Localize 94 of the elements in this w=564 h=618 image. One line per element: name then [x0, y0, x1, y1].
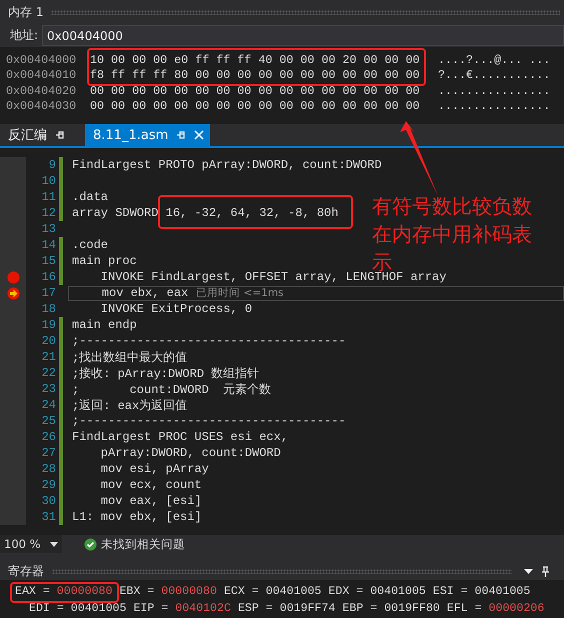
memory-ascii: ?...€...........	[437, 68, 550, 82]
editor-tab[interactable]: 8.11_1.asm	[85, 124, 210, 146]
line-number: 11	[40, 190, 57, 204]
code-line: ;-------------------------------------	[72, 414, 346, 428]
code-line: mov eax, [esi]	[100, 494, 202, 508]
memory-address: 0x00404030	[5, 99, 78, 114]
memory-bytes: 00 00 00 00 00 00 00 00 00 00 00 00 00 00 00 00	[90, 84, 421, 98]
line-number: 9	[48, 158, 57, 172]
code-line: ;-------------------------------------	[72, 334, 346, 348]
issues-status: 未找到相关问题	[101, 536, 185, 552]
register-name: EFL =	[446, 602, 482, 615]
register-value: 0040102C	[175, 602, 231, 615]
pin-icon[interactable]	[55, 130, 65, 140]
memory-bytes: 00 00 00 00 00 00 00 00 00 00 00 00 00 00 00 00	[90, 99, 421, 114]
line-number: 28	[40, 462, 57, 476]
line-number: 24	[40, 398, 57, 412]
line-number: 25	[40, 414, 57, 428]
code-line: pArray:DWORD, count:DWORD	[100, 446, 281, 460]
code-line: ;接收: pArray:DWORD 数组指针	[72, 366, 260, 382]
line-number: 15	[40, 254, 57, 268]
register-name: EDX =	[328, 585, 364, 598]
register-value: 00401005	[474, 585, 530, 598]
register-name: EIP =	[133, 602, 168, 615]
breakpoint-arrow-icon[interactable]	[6, 286, 20, 300]
register-name: ESI =	[432, 585, 468, 598]
code-line: ;找出数组中最大的值	[72, 350, 188, 366]
code-line: ; count:DWORD 元素个数	[72, 382, 272, 398]
memory-ascii: ................	[437, 84, 550, 98]
code-line: mov ebx, eax	[100, 286, 188, 300]
caret-icon	[50, 542, 58, 546]
code-line: INVOKE ExitProcess, 0	[100, 302, 252, 316]
line-number: 17	[40, 286, 57, 300]
register-name: ECX =	[224, 585, 259, 598]
register-value: 00401005	[70, 602, 126, 615]
zoom-dropdown[interactable]: 100 %	[0, 535, 62, 553]
register-value: 00401005	[370, 585, 426, 598]
elapsed-time-hint: 已用时间 <=1ms	[196, 286, 284, 300]
code-line: mov ecx, count	[100, 478, 202, 492]
line-number: 12	[40, 206, 57, 220]
line-number: 20	[40, 334, 57, 348]
register-value: 0019FF80	[384, 602, 440, 615]
memory-address: 0x00404010	[5, 68, 78, 82]
close-icon[interactable]	[194, 130, 204, 140]
register-name: EBP =	[342, 602, 378, 615]
line-number: 23	[40, 382, 57, 396]
panel-title: 寄存器	[8, 562, 44, 580]
pin-icon[interactable]	[541, 566, 550, 576]
register-value: 00000080	[161, 585, 217, 598]
code-line: .data	[72, 190, 108, 204]
register-value: 00401005	[266, 585, 322, 598]
memory-ascii: ................	[437, 99, 550, 114]
register-value: 0019FF74	[280, 602, 336, 615]
code-line: mov esi, pArray	[100, 462, 209, 476]
line-number: 31	[40, 510, 57, 524]
line-number: 19	[40, 318, 57, 332]
code-line: main endp	[72, 318, 137, 332]
address-label: 地址:	[10, 27, 38, 44]
code-line: FindLargest PROTO pArray:DWORD, count:DWORD	[72, 158, 382, 172]
line-number: 26	[40, 430, 57, 444]
panel-title: 内存 1	[8, 4, 44, 20]
code-line: main proc	[72, 254, 137, 268]
memory-address: 0x00404020	[5, 84, 78, 98]
register-name: EAX =	[15, 585, 50, 598]
register-name: EBX =	[119, 585, 154, 598]
register-name: EDI =	[29, 602, 64, 615]
memory-address: 0x00404000	[5, 52, 78, 67]
address-field[interactable]: 0x00404000	[42, 25, 564, 46]
memory-bytes: 10 00 00 00 e0 ff ff ff 40 00 00 00 20 00 00 00	[90, 52, 421, 67]
line-number: 22	[40, 366, 57, 380]
line-number: 21	[40, 350, 57, 364]
code-line: ;返回: eax为返回值	[72, 398, 188, 414]
line-number: 13	[40, 222, 57, 236]
title-bar-grip[interactable]	[51, 10, 560, 14]
code-line: L1: mov ebx, [esi]	[72, 510, 202, 524]
code-line: array SDWORD 16, -32, 64, 32, -8, 80h	[72, 206, 338, 220]
memory-bytes: f8 ff ff ff 80 00 00 00 00 00 00 00 00 00 00 00	[90, 68, 421, 82]
line-number: 16	[40, 270, 57, 284]
code-line: FindLargest PROC USES esi ecx,	[72, 430, 288, 444]
title-bar-grip[interactable]	[52, 568, 512, 574]
register-name: ESP =	[238, 602, 273, 615]
line-number: 10	[40, 174, 57, 188]
line-number: 18	[40, 302, 57, 316]
check-icon	[84, 538, 97, 550]
memory-ascii: ....?...@... ...	[437, 52, 550, 67]
caret-icon[interactable]	[524, 568, 533, 574]
code-line: .code	[72, 238, 108, 252]
register-value: 00000206	[488, 602, 544, 615]
line-number: 14	[40, 238, 57, 252]
line-number: 27	[40, 446, 57, 460]
editor-tab[interactable]: 反汇编	[0, 124, 73, 146]
code-line: INVOKE FindLargest, OFFSET array, LENGTHOF array	[100, 270, 446, 284]
line-number: 29	[40, 478, 57, 492]
line-number: 30	[40, 494, 57, 508]
register-value: 00000080	[56, 585, 112, 598]
